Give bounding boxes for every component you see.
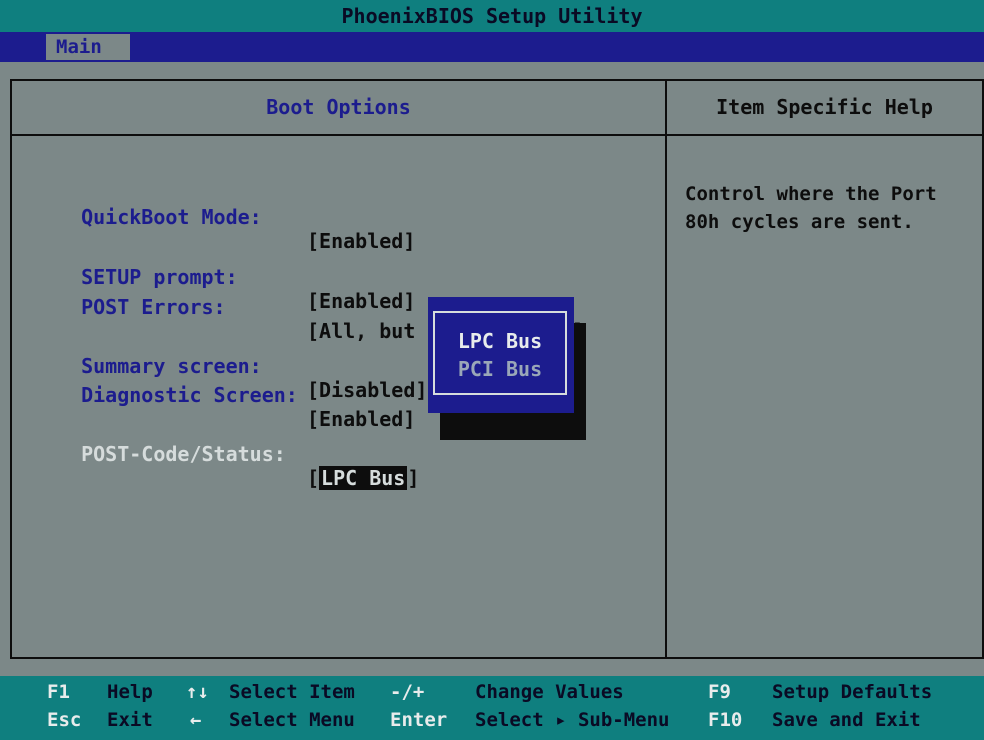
key-f1: F1 xyxy=(47,681,70,703)
key-select-submenu-label: Select ▸ Sub-Menu xyxy=(475,709,670,731)
setting-value[interactable]: [Disabled] xyxy=(307,378,427,402)
key-f9: F9 xyxy=(708,681,731,703)
footer-keybar: F1 Help ↑↓ Select Item -/+ Change Values… xyxy=(0,676,984,740)
selected-value[interactable]: LPC Bus xyxy=(319,466,408,490)
arrows-updown-icon: ↑↓ xyxy=(186,681,209,703)
setting-label: POST-Code/Status: xyxy=(81,442,286,466)
key-enter: Enter xyxy=(390,709,448,731)
vertical-divider xyxy=(665,79,667,659)
horizontal-divider xyxy=(10,134,984,136)
popup-border: LPC Bus PCI Bus xyxy=(433,311,567,395)
key-minus-plus: -/+ xyxy=(390,681,425,703)
menu-bar: Main xyxy=(0,32,984,62)
setting-value[interactable]: [LPC Bus] xyxy=(307,466,419,490)
arrow-left-icon: ← xyxy=(190,709,202,731)
key-change-values-label: Change Values xyxy=(475,681,624,703)
key-select-item-label: Select Item xyxy=(229,681,355,703)
panel-title: Boot Options xyxy=(266,95,411,119)
key-exit-label: Exit xyxy=(107,709,153,731)
window-title: PhoenixBIOS Setup Utility xyxy=(0,0,984,32)
help-title: Item Specific Help xyxy=(716,95,933,119)
setting-value[interactable]: [Enabled] xyxy=(307,229,415,253)
setting-value[interactable]: [Enabled] xyxy=(307,289,415,313)
setting-label: Diagnostic Screen: xyxy=(81,383,298,407)
setting-value[interactable]: [Enabled] xyxy=(307,407,415,431)
setting-post-code-status[interactable]: POST-Code/Status: [LPC Bus] xyxy=(57,418,419,490)
key-help-label: Help xyxy=(107,681,153,703)
setting-label: POST Errors: xyxy=(81,295,226,319)
setting-label: QuickBoot Mode: xyxy=(81,205,262,229)
option-popup[interactable]: LPC Bus PCI Bus xyxy=(428,297,574,413)
key-esc: Esc xyxy=(47,709,82,731)
popup-option-pci-bus[interactable]: PCI Bus xyxy=(435,357,565,381)
bracket-close: ] xyxy=(407,466,420,490)
bracket-open: [ xyxy=(307,466,320,490)
tab-main[interactable]: Main xyxy=(46,34,130,60)
key-setup-defaults-label: Setup Defaults xyxy=(772,681,933,703)
key-save-exit-label: Save and Exit xyxy=(772,709,921,731)
popup-option-lpc-bus[interactable]: LPC Bus xyxy=(435,329,565,353)
key-f10: F10 xyxy=(708,709,743,731)
help-text: Control where the Port 80h cycles are se… xyxy=(685,183,937,233)
key-select-menu-label: Select Menu xyxy=(229,709,355,731)
